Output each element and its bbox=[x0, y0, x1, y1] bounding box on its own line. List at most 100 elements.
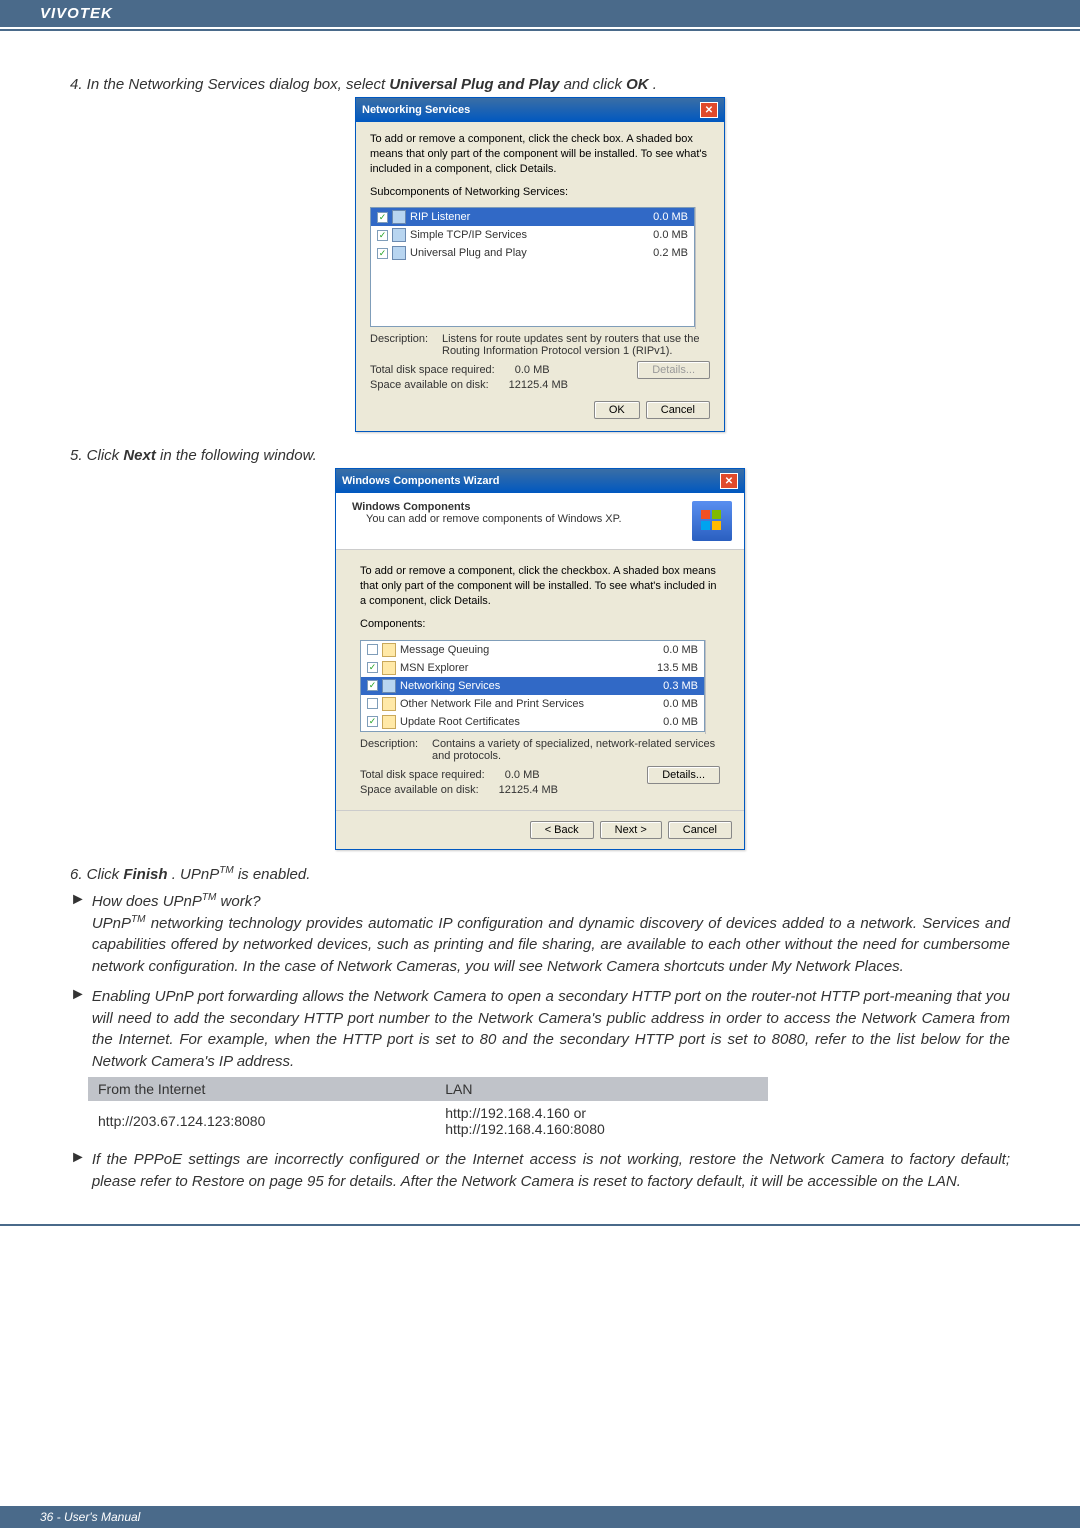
list-item-rip[interactable]: RIP Listener 0.0 MB bbox=[371, 208, 694, 226]
dialog-titlebar: Networking Services ✕ bbox=[356, 98, 724, 122]
component-icon bbox=[382, 697, 396, 711]
checkbox-icon[interactable] bbox=[367, 680, 378, 691]
step4-bold2: OK bbox=[626, 76, 649, 93]
list-item-other-net[interactable]: Other Network File and Print Services 0.… bbox=[361, 695, 704, 713]
checkbox-icon[interactable] bbox=[367, 716, 378, 727]
wizard-titlebar: Windows Components Wizard ✕ bbox=[336, 469, 744, 493]
step5-bold: Next bbox=[123, 447, 156, 464]
windows-components-wizard: Windows Components Wizard ✕ Windows Comp… bbox=[335, 468, 745, 849]
howto-question: ► How does UPnPTM work? UPnPTM networkin… bbox=[70, 891, 1010, 978]
ok-button[interactable]: OK bbox=[594, 401, 640, 419]
service-icon bbox=[392, 210, 406, 224]
list-item-upnp[interactable]: Universal Plug and Play 0.2 MB bbox=[371, 244, 694, 262]
arrow-icon: ► bbox=[70, 986, 86, 1073]
back-button[interactable]: < Back bbox=[530, 821, 594, 839]
item-size: 0.0 MB bbox=[663, 698, 698, 710]
item-size: 13.5 MB bbox=[657, 662, 698, 674]
item-label: Networking Services bbox=[400, 680, 500, 692]
wiz-description-text: Contains a variety of specialized, netwo… bbox=[432, 738, 720, 762]
page-content: 4. In the Networking Services dialog box… bbox=[0, 31, 1080, 1222]
step-6: 6. Click Finish . UPnPTM is enabled. bbox=[70, 865, 1010, 883]
components-listbox: Message Queuing 0.0 MB MSN Explorer 13.5… bbox=[360, 640, 720, 734]
wiz-description-label: Description: bbox=[360, 738, 432, 762]
subcomponents-label: Subcomponents of Networking Services: bbox=[370, 185, 710, 200]
ip-table: From the Internet LAN http://203.67.124.… bbox=[88, 1077, 768, 1141]
td-internet: http://203.67.124.123:8080 bbox=[88, 1101, 435, 1141]
details-button[interactable]: Details... bbox=[647, 766, 720, 784]
wizard-header: Windows Components You can add or remove… bbox=[336, 493, 744, 550]
item-size: 0.2 MB bbox=[653, 247, 688, 259]
checkbox-icon[interactable] bbox=[367, 644, 378, 655]
item-label: MSN Explorer bbox=[400, 662, 468, 674]
list-item-networking-services[interactable]: Networking Services 0.3 MB bbox=[361, 677, 704, 695]
wiz-description-row: Description: Contains a variety of speci… bbox=[360, 738, 720, 762]
q1-pre: How does UPnP bbox=[92, 893, 202, 910]
list-item-rootcerts[interactable]: Update Root Certificates 0.0 MB bbox=[361, 713, 704, 731]
wiz-avail-label: Space available on disk: bbox=[360, 784, 479, 796]
lan-url-2: http://192.168.4.160:8080 bbox=[445, 1121, 605, 1137]
component-icon bbox=[382, 643, 396, 657]
footer-underline bbox=[0, 1224, 1080, 1226]
step6-post: . UPnP bbox=[172, 866, 220, 883]
wiz-total-row: Total disk space required: 0.0 MB Detail… bbox=[360, 766, 720, 784]
td-lan: http://192.168.4.160 or http://192.168.4… bbox=[435, 1101, 768, 1141]
description-row: Description: Listens for route updates s… bbox=[370, 333, 710, 357]
description-text: Listens for route updates sent by router… bbox=[442, 333, 710, 357]
total-space-row: Total disk space required: 0.0 MB Detail… bbox=[370, 361, 710, 379]
close-icon[interactable]: ✕ bbox=[720, 473, 738, 489]
th-lan: LAN bbox=[435, 1077, 768, 1101]
cancel-button[interactable]: Cancel bbox=[668, 821, 732, 839]
checkbox-icon[interactable] bbox=[367, 662, 378, 673]
lan-url-1: http://192.168.4.160 or bbox=[445, 1105, 586, 1121]
checkbox-icon[interactable] bbox=[377, 230, 388, 241]
next-button[interactable]: Next > bbox=[600, 821, 662, 839]
cancel-button[interactable]: Cancel bbox=[646, 401, 710, 419]
scrollbar[interactable] bbox=[695, 207, 710, 329]
wizard-button-bar: < Back Next > Cancel bbox=[336, 810, 744, 849]
wizard-title: Windows Components Wizard bbox=[342, 475, 499, 487]
port-forward-paragraph: ► Enabling UPnP port forwarding allows t… bbox=[70, 986, 1010, 1073]
item-label: Universal Plug and Play bbox=[410, 247, 527, 259]
item-size: 0.3 MB bbox=[663, 680, 698, 692]
checkbox-icon[interactable] bbox=[367, 698, 378, 709]
list-item-tcpip[interactable]: Simple TCP/IP Services 0.0 MB bbox=[371, 226, 694, 244]
wizard-heading: Windows Components bbox=[352, 501, 622, 513]
listbox-spacer bbox=[371, 262, 694, 326]
item-label: Simple TCP/IP Services bbox=[410, 229, 527, 241]
item-label: Update Root Certificates bbox=[400, 716, 520, 728]
scrollbar[interactable] bbox=[705, 640, 720, 734]
wiz-total-value: 0.0 MB bbox=[505, 769, 540, 781]
wizard-body: To add or remove a component, click the … bbox=[336, 550, 744, 809]
dialog-body: To add or remove a component, click the … bbox=[356, 122, 724, 431]
step6-bold: Finish bbox=[123, 866, 167, 883]
checkbox-icon[interactable] bbox=[377, 212, 388, 223]
close-icon[interactable]: ✕ bbox=[700, 102, 718, 118]
arrow-icon: ► bbox=[70, 891, 86, 978]
a1-txt: networking technology provides automatic… bbox=[92, 915, 1010, 976]
component-icon bbox=[382, 715, 396, 729]
step6-end: is enabled. bbox=[238, 866, 311, 883]
windows-logo-icon bbox=[692, 501, 732, 541]
subcomponents-listbox: RIP Listener 0.0 MB Simple TCP/IP Servic… bbox=[370, 207, 710, 329]
q1-post: work? bbox=[216, 893, 260, 910]
item-label: RIP Listener bbox=[410, 211, 470, 223]
item-size: 0.0 MB bbox=[653, 229, 688, 241]
step4-mid: and click bbox=[564, 76, 627, 93]
brand-header: VIVOTEK bbox=[0, 0, 1080, 27]
service-icon bbox=[392, 228, 406, 242]
item-label: Other Network File and Print Services bbox=[400, 698, 584, 710]
checkbox-icon[interactable] bbox=[377, 248, 388, 259]
details-button: Details... bbox=[637, 361, 710, 379]
item-label: Message Queuing bbox=[400, 644, 489, 656]
component-icon bbox=[382, 679, 396, 693]
dialog-intro: To add or remove a component, click the … bbox=[370, 132, 710, 177]
list-item-msn[interactable]: MSN Explorer 13.5 MB bbox=[361, 659, 704, 677]
tm-sup: TM bbox=[131, 914, 145, 925]
list-item-msgqueue[interactable]: Message Queuing 0.0 MB bbox=[361, 641, 704, 659]
step-5: 5. Click Next in the following window. bbox=[70, 447, 1010, 464]
step-4: 4. In the Networking Services dialog box… bbox=[70, 76, 1010, 93]
arrow-icon: ► bbox=[70, 1149, 86, 1193]
dialog-button-row: OK Cancel bbox=[370, 401, 710, 419]
dialog-title: Networking Services bbox=[362, 104, 470, 116]
wiz-avail-row: Space available on disk: 12125.4 MB bbox=[360, 784, 720, 796]
